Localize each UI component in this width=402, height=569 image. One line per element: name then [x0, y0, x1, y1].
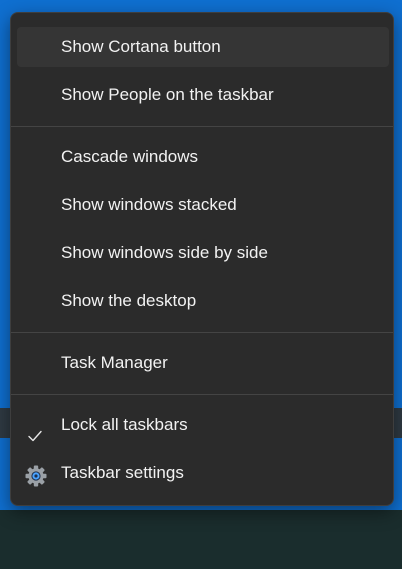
menu-item-lock-all-taskbars[interactable]: Lock all taskbars: [17, 405, 389, 445]
taskbar-background: [0, 510, 402, 569]
menu-item-taskbar-settings[interactable]: Taskbar settings: [17, 453, 389, 493]
menu-separator: [11, 394, 393, 395]
menu-item-label: Lock all taskbars: [61, 415, 188, 434]
menu-item-show-windows-side-by-side[interactable]: Show windows side by side: [17, 233, 389, 273]
menu-item-label: Show Cortana button: [61, 37, 221, 56]
menu-item-label: Show windows side by side: [61, 243, 268, 262]
menu-item-show-the-desktop[interactable]: Show the desktop: [17, 281, 389, 321]
menu-separator: [11, 332, 393, 333]
menu-item-label: Show windows stacked: [61, 195, 237, 214]
gear-icon: [25, 462, 47, 487]
menu-item-show-people-on-taskbar[interactable]: Show People on the taskbar: [17, 75, 389, 115]
menu-separator: [11, 126, 393, 127]
menu-item-label: Taskbar settings: [61, 463, 184, 482]
menu-item-label: Cascade windows: [61, 147, 199, 166]
menu-item-cascade-windows[interactable]: Cascade windows: [17, 137, 389, 177]
taskbar-context-menu: Show Cortana button Show People on the t…: [10, 12, 394, 506]
menu-item-show-windows-stacked[interactable]: Show windows stacked: [17, 185, 389, 225]
menu-item-label: Show the desktop: [61, 291, 197, 310]
menu-item-task-manager[interactable]: Task Manager: [17, 343, 389, 383]
checkmark-icon: [27, 418, 43, 442]
menu-item-label: Show People on the taskbar: [61, 85, 274, 104]
menu-item-label: Task Manager: [61, 353, 168, 372]
menu-item-show-cortana-button[interactable]: Show Cortana button: [17, 27, 389, 67]
